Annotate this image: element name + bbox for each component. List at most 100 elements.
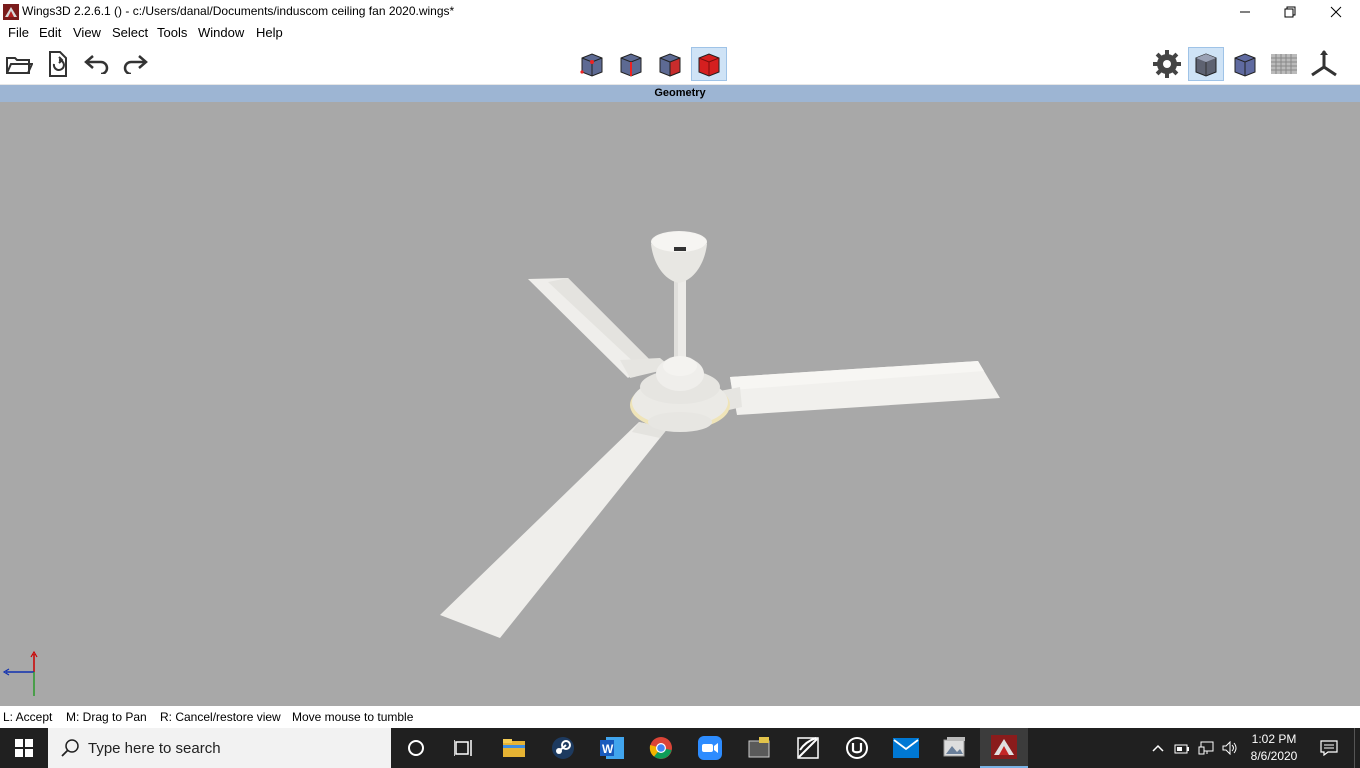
wings3d-icon	[991, 735, 1017, 759]
volume-tray-button[interactable]	[1220, 728, 1240, 768]
taskbar-chrome[interactable]	[637, 728, 685, 768]
word-icon: W	[600, 737, 624, 759]
search-icon	[61, 739, 79, 757]
network-tray-button[interactable]	[1196, 728, 1216, 768]
open-button[interactable]	[1, 47, 37, 81]
viewport-title: Geometry	[654, 87, 706, 99]
close-button[interactable]	[1313, 0, 1359, 23]
redo-icon	[123, 55, 148, 74]
taskbar-zoom[interactable]	[686, 728, 734, 768]
chrome-icon	[649, 737, 672, 759]
show-desktop-button[interactable]	[1354, 728, 1360, 768]
clock-time: 1:02 PM	[1251, 732, 1297, 746]
save-button[interactable]	[39, 47, 75, 81]
search-placeholder: Type here to search	[88, 740, 221, 757]
network-icon	[1198, 741, 1214, 755]
viewport-header: Geometry	[0, 85, 1360, 102]
mail-icon	[893, 738, 919, 758]
title-bar: Wings3D 2.2.6.1 () - c:/Users/danal/Docu…	[0, 0, 1360, 23]
cortana-button[interactable]	[392, 728, 440, 768]
chevron-up-icon	[1152, 744, 1164, 752]
undo-button[interactable]	[79, 47, 115, 81]
menu-window[interactable]: Window	[198, 25, 244, 40]
save-icon	[49, 51, 67, 77]
gear-icon	[1153, 50, 1181, 78]
taskbar-photos[interactable]	[931, 728, 979, 768]
steam-icon	[552, 737, 574, 759]
task-view-button[interactable]	[440, 728, 488, 768]
show-hidden-icons-button[interactable]	[1148, 728, 1168, 768]
open-icon	[6, 57, 33, 74]
edge-mode-button[interactable]	[613, 47, 649, 81]
axis-orientation-indicator	[2, 650, 38, 696]
minimize-icon	[1240, 11, 1250, 12]
vertex-mode-button[interactable]	[574, 47, 610, 81]
taskbar-word[interactable]: W	[588, 728, 636, 768]
axes-button[interactable]	[1306, 47, 1342, 81]
task-view-icon	[454, 740, 472, 756]
cortana-icon	[408, 740, 424, 756]
status-left-mouse: L: Accept	[3, 710, 53, 724]
status-right-mouse: R: Cancel/restore view	[160, 710, 281, 724]
taskbar-unreal[interactable]	[833, 728, 881, 768]
unreal-engine-icon	[846, 737, 868, 759]
wings3d-app-icon	[3, 4, 19, 20]
battery-icon	[1174, 744, 1189, 754]
search-box[interactable]: Type here to search	[48, 728, 391, 768]
restore-icon	[1284, 6, 1296, 17]
photos-icon	[943, 737, 965, 757]
windows-logo-icon	[15, 739, 33, 757]
menu-tools[interactable]: Tools	[157, 25, 187, 40]
menu-select[interactable]: Select	[112, 25, 148, 40]
clock-date: 8/6/2020	[1250, 749, 1298, 763]
speaker-icon	[1222, 741, 1237, 755]
geometry-viewport[interactable]	[0, 102, 1360, 706]
preferences-button[interactable]	[1149, 47, 1185, 81]
toolbar	[0, 43, 1360, 85]
menu-bar: File Edit View Select Tools Window Help	[0, 23, 1360, 43]
ceiling-fan-model	[440, 231, 1000, 638]
menu-file[interactable]: File	[8, 25, 29, 40]
minimize-button[interactable]	[1222, 0, 1268, 23]
action-center-button[interactable]	[1314, 728, 1344, 768]
restore-button[interactable]	[1267, 0, 1313, 23]
pen-app-icon	[797, 737, 819, 759]
taskbar-steam[interactable]	[539, 728, 587, 768]
status-bar: L: Accept M: Drag to Pan R: Cancel/resto…	[0, 706, 1360, 728]
menu-edit[interactable]: Edit	[39, 25, 61, 40]
smooth-shaded-button[interactable]	[1188, 47, 1224, 81]
vertex-mode-icon	[580, 53, 603, 77]
status-message: Move mouse to tumble	[292, 710, 414, 724]
status-middle-mouse: M: Drag to Pan	[66, 710, 147, 724]
smooth-shaded-icon	[1195, 53, 1217, 77]
taskbar: Type here to search W 1:02 PM 8/6/2020	[0, 728, 1360, 768]
face-mode-button[interactable]	[652, 47, 688, 81]
taskbar-file-explorer[interactable]	[490, 728, 538, 768]
start-button[interactable]	[0, 728, 48, 768]
ground-plane-button[interactable]	[1266, 47, 1302, 81]
svg-text:W: W	[602, 742, 614, 756]
taskbar-mail[interactable]	[882, 728, 930, 768]
taskbar-clock[interactable]: 1:02 PM 8/6/2020	[1240, 731, 1308, 765]
window-title: Wings3D 2.2.6.1 () - c:/Users/danal/Docu…	[22, 4, 455, 18]
taskbar-pen-app[interactable]	[784, 728, 832, 768]
redo-button[interactable]	[117, 47, 153, 81]
face-mode-icon	[659, 53, 681, 77]
app-icon	[748, 737, 770, 758]
body-mode-button[interactable]	[691, 47, 727, 81]
menu-help[interactable]: Help	[256, 25, 283, 40]
battery-tray-button[interactable]	[1172, 728, 1192, 768]
taskbar-wings3d[interactable]	[980, 728, 1028, 768]
body-mode-icon	[698, 53, 720, 77]
axes-icon	[1311, 50, 1337, 77]
undo-icon	[84, 55, 109, 74]
edge-mode-icon	[620, 53, 642, 77]
flat-shaded-icon	[1234, 53, 1256, 77]
close-icon	[1330, 6, 1342, 17]
flat-shaded-button[interactable]	[1227, 47, 1263, 81]
notification-icon	[1320, 740, 1338, 756]
taskbar-app[interactable]	[735, 728, 783, 768]
zoom-icon	[698, 736, 722, 760]
file-explorer-icon	[503, 739, 525, 757]
menu-view[interactable]: View	[73, 25, 101, 40]
